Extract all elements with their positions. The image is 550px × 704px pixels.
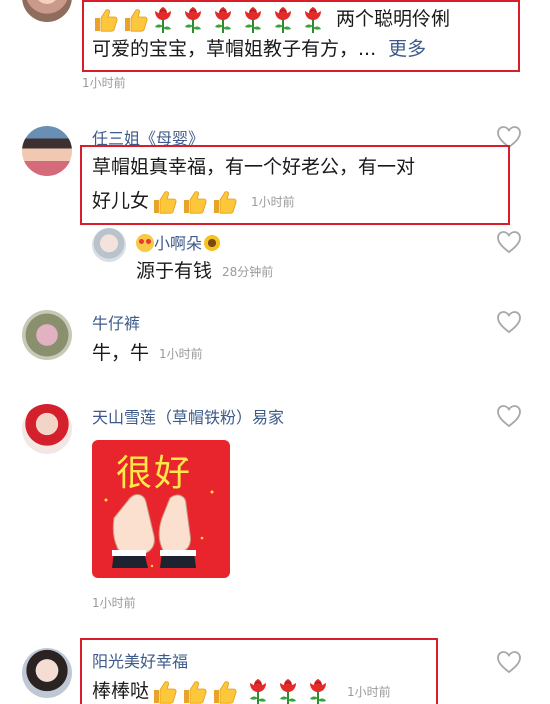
comment-text: 源于有钱 28分钟前 [136, 254, 273, 289]
username[interactable]: 天山雪莲（草帽铁粉）易家 [92, 404, 284, 428]
thumbs-up-emoji [181, 679, 207, 704]
sticker-image[interactable]: 很好 [92, 440, 230, 578]
avatar[interactable] [22, 648, 72, 698]
comment-text-part: 可爱的宝宝，草帽姐教子有方，... [92, 38, 377, 60]
heart-outline-icon[interactable] [496, 310, 522, 334]
timestamp: 1小时前 [347, 684, 391, 699]
rose-emoji [182, 6, 204, 34]
rose-emoji [152, 6, 174, 34]
avatar[interactable] [22, 310, 72, 360]
avatar[interactable] [22, 0, 72, 22]
rose-emoji [302, 6, 324, 34]
avatar[interactable] [92, 228, 126, 262]
comment-text: 草帽姐真幸福，有一个好老公，有一对 [92, 156, 416, 178]
sunflower-emoji [204, 235, 221, 251]
comment-text-part: 源于有钱 [136, 260, 213, 282]
comment-text-part: 牛，牛 [92, 342, 150, 364]
heart-outline-icon[interactable] [496, 230, 522, 254]
avatar[interactable] [22, 126, 72, 176]
username[interactable]: 牛仔裤 [92, 310, 140, 334]
thumbs-up-emoji [151, 679, 177, 704]
rose-emoji [247, 678, 269, 704]
comment-text-part: 两个聪明伶俐 [336, 8, 451, 30]
thumbs-up-emoji [211, 679, 237, 704]
heart-eyes-emoji [136, 234, 154, 252]
comment-text-part: 棒棒哒 [92, 680, 150, 702]
thumbs-up-emoji [92, 7, 118, 33]
comment-text: 牛，牛 1小时前 [92, 336, 203, 371]
timestamp: 1小时前 [159, 346, 203, 361]
rose-emoji [277, 678, 299, 704]
username[interactable]: 阳光美好幸福 [92, 648, 188, 672]
sticker-caption: 很好 [116, 453, 193, 494]
timestamp: 28分钟前 [222, 264, 274, 279]
username-text: 小啊朵 [154, 234, 203, 253]
rose-emoji [272, 6, 294, 34]
rose-emoji [307, 678, 329, 704]
comment-text-line2: 可爱的宝宝，草帽姐教子有方，... 更多 [92, 32, 426, 66]
rose-emoji [212, 6, 234, 34]
more-link[interactable]: 更多 [388, 38, 426, 60]
comment-text-part: 好儿女 [92, 190, 150, 212]
timestamp: 1小时前 [92, 596, 136, 610]
thumbs-up-emoji [211, 189, 237, 215]
comment-text: 两个聪明伶俐 [92, 2, 450, 36]
rose-emoji [242, 6, 264, 34]
timestamp: 1小时前 [82, 76, 126, 90]
avatar[interactable] [22, 404, 72, 454]
comment-text-line2: 好儿女 1小时前 [92, 184, 295, 219]
username[interactable]: 小啊朵 [136, 230, 221, 254]
thumbs-up-emoji [151, 189, 177, 215]
comment-text: 棒棒哒 1小时前 [92, 674, 391, 704]
timestamp: 1小时前 [251, 194, 295, 209]
heart-outline-icon[interactable] [496, 404, 522, 428]
heart-outline-icon[interactable] [496, 650, 522, 674]
thumbs-up-emoji [181, 189, 207, 215]
thumbs-up-emoji [122, 7, 148, 33]
